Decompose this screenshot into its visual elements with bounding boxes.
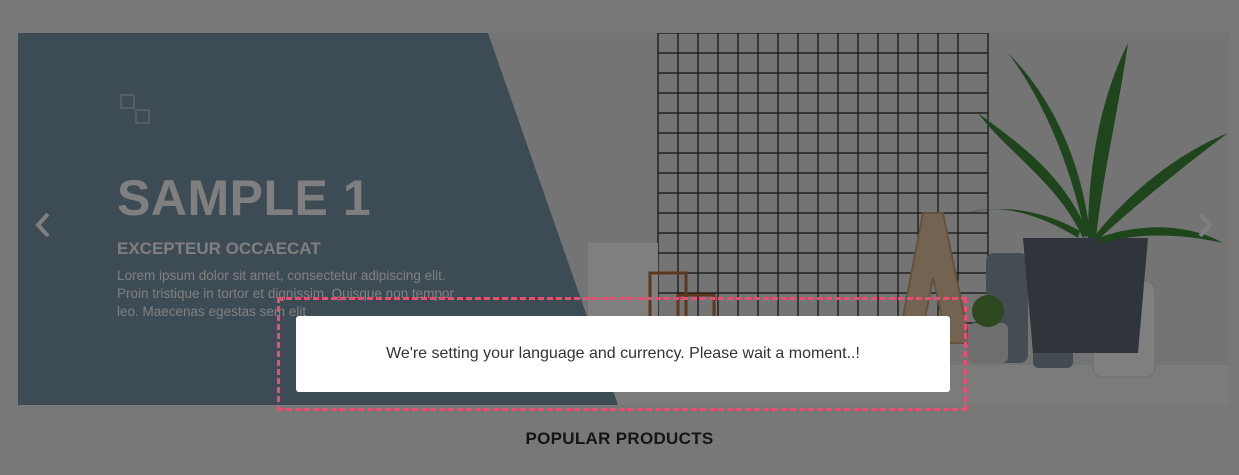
loading-message: We're setting your language and currency…	[386, 345, 860, 362]
loading-message-card: We're setting your language and currency…	[296, 316, 950, 392]
